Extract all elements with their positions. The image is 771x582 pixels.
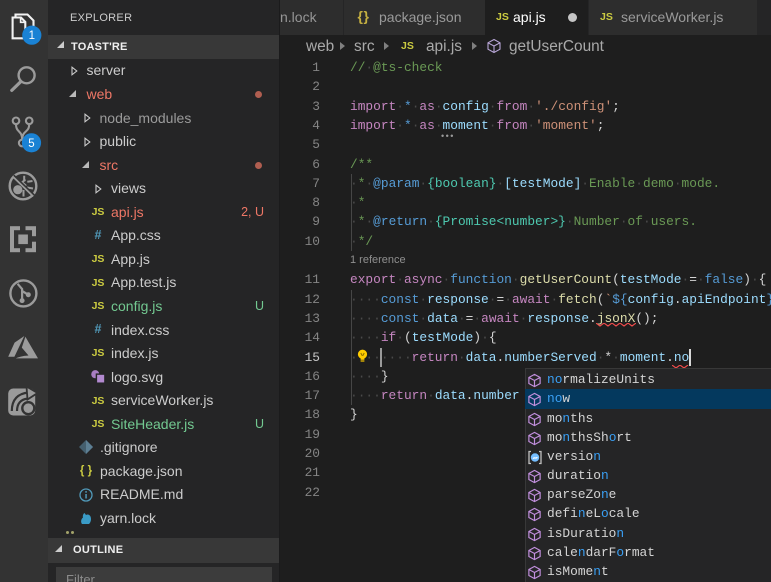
svg-text:1: 1 [29, 30, 35, 42]
svg-text:5: 5 [28, 138, 34, 150]
